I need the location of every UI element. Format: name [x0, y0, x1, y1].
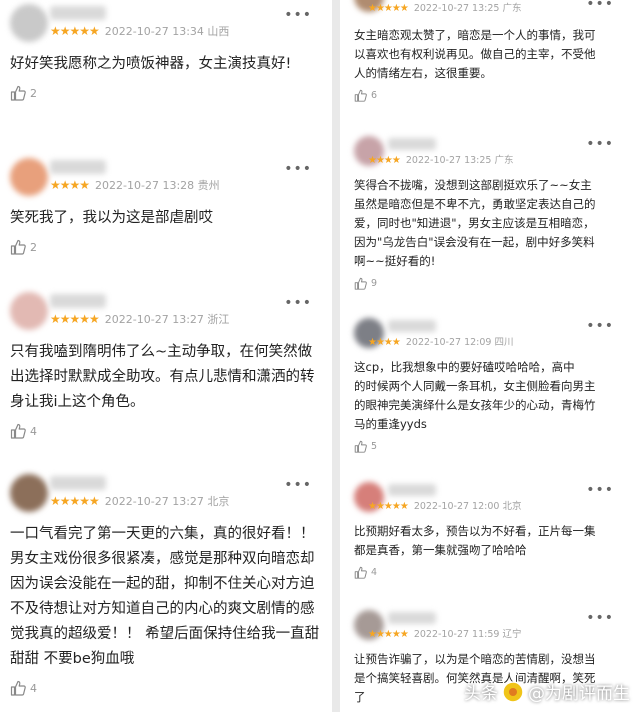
like-count: 4: [30, 424, 37, 438]
like-button[interactable]: 4: [10, 423, 322, 439]
like-button[interactable]: 4: [10, 680, 322, 696]
username-blurred[interactable]: [388, 484, 436, 496]
like-count: 6: [371, 90, 378, 101]
thumb-up-icon: [354, 440, 367, 453]
review-meta: ★★★★ 2022-10-27 12:09 四川: [368, 337, 514, 348]
rating-stars: ★★★★★: [368, 501, 409, 512]
rating-stars: ★★★★★: [50, 312, 100, 326]
review-card: ★★★★ 2022-10-27 12:09 四川 ••• 这cp，比我想象中的要好…: [340, 318, 640, 453]
more-options-icon[interactable]: •••: [586, 136, 614, 152]
avatar[interactable]: [10, 292, 48, 330]
review-text: 一口气看完了第一天更的六集，真的很好看！！ 男女主戏份很多很紧凑，感觉是那种双向…: [10, 526, 320, 667]
username-blurred[interactable]: [50, 160, 106, 174]
like-count: 4: [371, 567, 378, 578]
review-meta: ★★★★ 2022-10-27 13:28 贵州: [50, 178, 220, 192]
review-text: 笑死我了，我以为这是部虐剧哎: [10, 210, 213, 226]
review-meta: ★★★★★ 2022-10-27 13:34 山西: [50, 24, 230, 38]
review-text: 比预期好看太多，预告以为不好看，正片每一集 都是真香，第一集就强吻了哈哈哈: [354, 524, 596, 557]
more-options-icon[interactable]: •••: [284, 295, 312, 311]
right-column: ★★★★★ 2022-10-27 13:25 广东 ••• 女主暗恋观太赞了，暗恋…: [340, 0, 640, 712]
more-options-icon[interactable]: •••: [586, 318, 614, 334]
watermark-prefix: 头条: [464, 684, 498, 704]
review-text: 笑得合不拢嘴，没想到这部剧挺欢乐了~~女主 虽然是暗恋但是不卑不亢，勇敢坚定表达…: [354, 178, 596, 268]
like-count: 5: [371, 441, 378, 452]
thumb-up-icon: [354, 277, 367, 290]
review-text: 女主暗恋观太赞了，暗恋是一个人的事情，我可 以喜欢也有权利说再见。做自己的主宰，…: [354, 28, 596, 80]
avatar[interactable]: [10, 4, 48, 42]
review-meta: ★★★★★ 2022-10-27 13:27 北京: [50, 494, 230, 508]
like-button[interactable]: 6: [354, 89, 628, 102]
review-meta: ★★★★ 2022-10-27 13:25 广东: [368, 155, 514, 166]
username-blurred[interactable]: [50, 6, 106, 20]
more-options-icon[interactable]: •••: [284, 7, 312, 23]
review-meta: ★★★★★ 2022-10-27 13:25 广东: [368, 3, 522, 14]
author-logo-icon: [502, 680, 524, 703]
rating-stars: ★★★★: [368, 337, 401, 348]
rating-stars: ★★★★★: [50, 24, 100, 38]
more-options-icon[interactable]: •••: [586, 610, 614, 626]
like-count: 2: [30, 86, 37, 100]
thumb-up-icon: [354, 89, 367, 102]
thumb-up-icon: [10, 85, 26, 101]
watermark-handle: @为剧评而生: [528, 684, 630, 704]
like-button[interactable]: 4: [354, 566, 628, 579]
more-options-icon[interactable]: •••: [586, 482, 614, 498]
review-card: ★★★★★ 2022-10-27 13:27 浙江 ••• 只有我嗑到隋明伟了么~…: [0, 292, 332, 439]
username-blurred[interactable]: [50, 294, 106, 308]
rating-stars: ★★★★★: [368, 629, 409, 640]
review-card: ★★★★★ 2022-10-27 13:34 山西 ••• 好好笑我愿称之为喷饭神…: [0, 4, 332, 101]
rating-stars: ★★★★★: [368, 3, 409, 14]
like-button[interactable]: 2: [10, 85, 322, 101]
review-card: ★★★★ 2022-10-27 13:28 贵州 ••• 笑死我了，我以为这是部虐…: [0, 158, 332, 255]
review-card: ★★★★★ 2022-10-27 13:25 广东 ••• 女主暗恋观太赞了，暗恋…: [340, 0, 640, 102]
thumb-up-icon: [10, 239, 26, 255]
username-blurred[interactable]: [388, 612, 436, 624]
like-count: 4: [30, 681, 37, 695]
like-count: 2: [30, 240, 37, 254]
avatar[interactable]: [10, 158, 48, 196]
review-text: 这cp，比我想象中的要好磕哎哈哈哈，高中 的时候两个人同戴一条耳机，女主侧脸看向…: [354, 360, 596, 431]
like-button[interactable]: 2: [10, 239, 322, 255]
review-card: ★★★★★ 2022-10-27 13:27 北京 ••• 一口气看完了第一天更的…: [0, 474, 332, 696]
rating-stars: ★★★★: [368, 155, 401, 166]
username-blurred[interactable]: [388, 138, 436, 150]
rating-stars: ★★★★★: [50, 494, 100, 508]
left-column: ★★★★★ 2022-10-27 13:34 山西 ••• 好好笑我愿称之为喷饭神…: [0, 0, 332, 712]
review-meta: ★★★★★ 2022-10-27 12:00 北京: [368, 501, 522, 512]
thumb-up-icon: [354, 566, 367, 579]
username-blurred[interactable]: [50, 476, 106, 490]
review-card: ★★★★★ 2022-10-27 12:00 北京 ••• 比预期好看太多，预告以…: [340, 482, 640, 579]
more-options-icon[interactable]: •••: [586, 0, 614, 12]
review-card: ★★★★ 2022-10-27 13:25 广东 ••• 笑得合不拢嘴，没想到这部…: [340, 136, 640, 290]
review-meta: ★★★★★ 2022-10-27 13:27 浙江: [50, 312, 230, 326]
review-text: 好好笑我愿称之为喷饭神器，女主演技真好!: [10, 56, 292, 72]
review-meta: ★★★★★ 2022-10-27 11:59 辽宁: [368, 629, 522, 640]
username-blurred[interactable]: [388, 320, 436, 332]
like-button[interactable]: 5: [354, 440, 628, 453]
avatar[interactable]: [10, 474, 48, 512]
like-button[interactable]: 9: [354, 277, 628, 290]
rating-stars: ★★★★: [50, 178, 90, 192]
watermark: 头条 @为剧评而生: [464, 679, 630, 704]
more-options-icon[interactable]: •••: [284, 477, 312, 493]
like-count: 9: [371, 278, 378, 289]
thumb-up-icon: [10, 423, 26, 439]
more-options-icon[interactable]: •••: [284, 161, 312, 177]
review-text: 只有我嗑到隋明伟了么~主动争取，在何笑然做 出选择时默默成全助攻。有点儿悲情和潇…: [10, 344, 315, 410]
thumb-up-icon: [10, 680, 26, 696]
